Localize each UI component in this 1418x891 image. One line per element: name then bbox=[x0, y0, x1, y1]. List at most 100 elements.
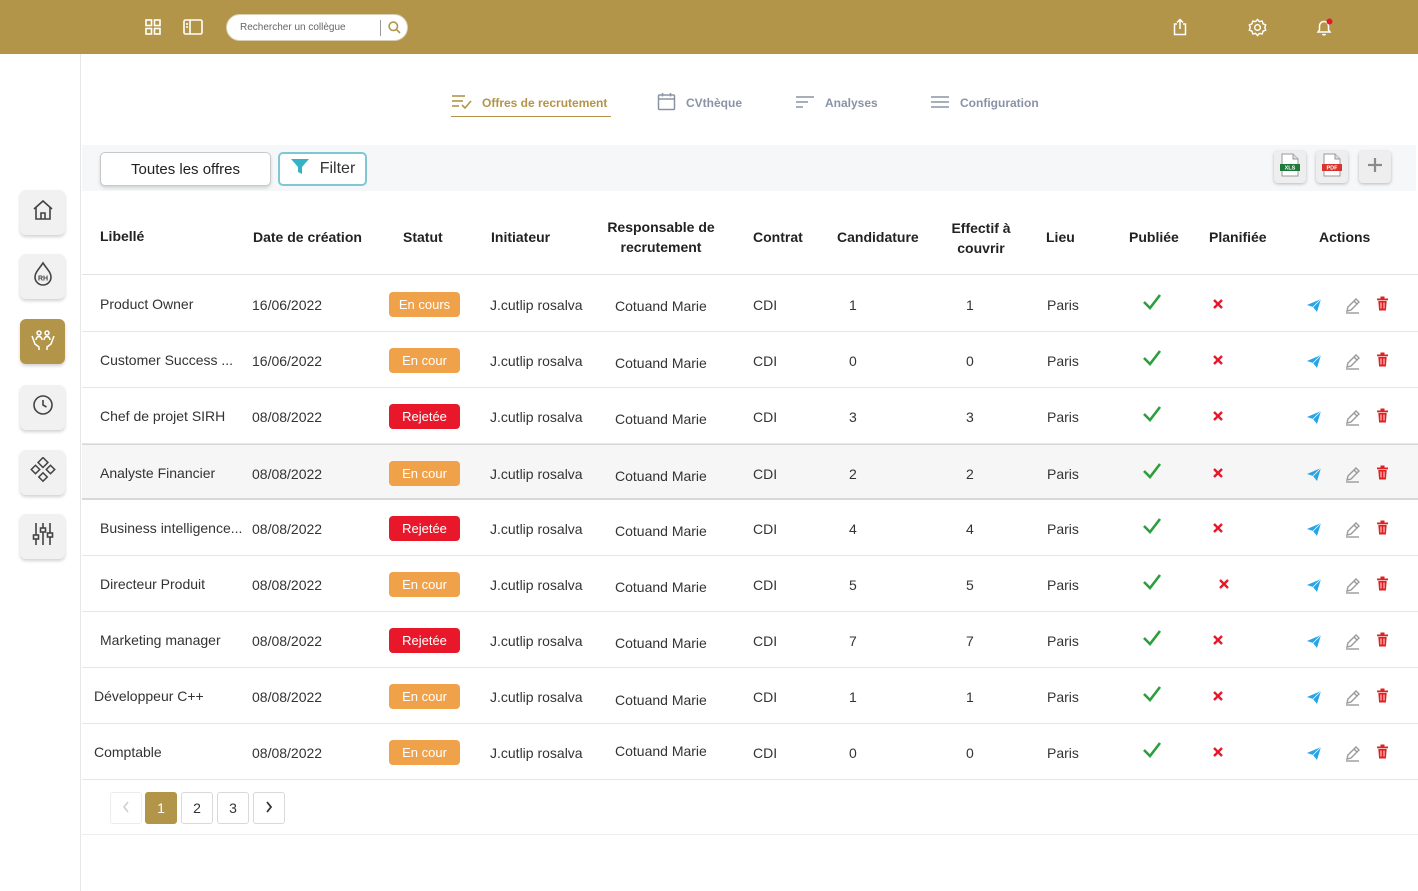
delete-icon[interactable] bbox=[1372, 685, 1392, 705]
pagination-prev-button[interactable] bbox=[110, 792, 142, 824]
add-offer-button[interactable] bbox=[1359, 151, 1391, 183]
table-row[interactable]: Product Owner 16/06/2022 En cours J.cutlip … bbox=[82, 276, 1418, 332]
tab-label: CVthèque bbox=[686, 96, 743, 110]
active-tab-underline bbox=[451, 116, 612, 117]
cell-contrat: CDI bbox=[753, 633, 778, 649]
cell-initiateur: J.cutlip rosalva bbox=[490, 577, 583, 593]
send-icon[interactable] bbox=[1304, 743, 1324, 763]
search-input[interactable] bbox=[240, 22, 379, 33]
delete-icon[interactable] bbox=[1372, 462, 1392, 482]
cell-candidature: 2 bbox=[849, 466, 857, 482]
edit-icon[interactable] bbox=[1342, 464, 1362, 484]
export-xls-button[interactable]: XLS bbox=[1274, 151, 1306, 183]
cell-responsable: Cotuand Marie bbox=[615, 743, 707, 759]
column-header-libelle: Libellé bbox=[100, 228, 145, 244]
cell-effectif: 1 bbox=[966, 297, 974, 313]
sidebar-item-parametres[interactable] bbox=[20, 514, 65, 559]
notification-icon[interactable] bbox=[1313, 16, 1335, 38]
sidebar-item-recrutement[interactable] bbox=[20, 319, 65, 364]
cell-initiateur: J.cutlip rosalva bbox=[490, 521, 583, 537]
table-row[interactable]: Directeur Produit 08/08/2022 En cour J.cutl… bbox=[82, 556, 1418, 612]
svg-text:PDF: PDF bbox=[1327, 165, 1339, 171]
cell-responsable: Cotuand Marie bbox=[615, 298, 707, 314]
table-row[interactable]: Marketing manager 08/08/2022 Rejetée J.cutl… bbox=[82, 612, 1418, 668]
delete-icon[interactable] bbox=[1372, 517, 1392, 537]
sidebar-toggle-icon[interactable] bbox=[182, 16, 204, 38]
table-row[interactable]: Chef de projet SIRH 08/08/2022 Rejetée J.cu… bbox=[82, 388, 1418, 444]
delete-icon[interactable] bbox=[1372, 293, 1392, 313]
sort-lines-icon bbox=[795, 95, 815, 112]
cell-lieu: Paris bbox=[1047, 633, 1079, 649]
pdf-file-icon: PDF bbox=[1322, 153, 1342, 182]
list-check-icon bbox=[451, 94, 472, 113]
cell-date: 08/08/2022 bbox=[252, 633, 323, 649]
cell-candidature: 1 bbox=[849, 689, 857, 705]
search-icon[interactable] bbox=[381, 16, 407, 40]
send-icon[interactable] bbox=[1304, 519, 1324, 539]
send-icon[interactable] bbox=[1304, 351, 1324, 371]
send-icon[interactable] bbox=[1304, 631, 1324, 651]
status-badge: Rejetée bbox=[389, 516, 460, 541]
tab-configuration[interactable]: Configuration bbox=[930, 91, 1039, 115]
all-offers-button[interactable]: Toutes les offres bbox=[100, 152, 271, 186]
filter-label: Filter bbox=[319, 160, 356, 177]
delete-icon[interactable] bbox=[1372, 349, 1392, 369]
sidebar-item-temps[interactable] bbox=[20, 385, 65, 430]
edit-icon[interactable] bbox=[1342, 631, 1362, 651]
export-pdf-button[interactable]: PDF bbox=[1316, 151, 1348, 183]
cell-responsable: Cotuand Marie bbox=[615, 355, 707, 371]
send-icon[interactable] bbox=[1304, 575, 1324, 595]
pagination-page-3[interactable]: 3 bbox=[217, 792, 249, 824]
column-header-date: Date de création bbox=[253, 229, 362, 245]
not-planned-cross-icon bbox=[1208, 406, 1228, 426]
delete-icon[interactable] bbox=[1372, 405, 1392, 425]
menu-lines-icon bbox=[930, 95, 950, 112]
edit-icon[interactable] bbox=[1342, 519, 1362, 539]
share-icon[interactable] bbox=[1169, 16, 1191, 38]
table-row[interactable]: Comptable 08/08/2022 En cour J.cutlip rosal… bbox=[82, 724, 1418, 780]
cell-candidature: 0 bbox=[849, 353, 857, 369]
send-icon[interactable] bbox=[1304, 687, 1324, 707]
settings-icon[interactable] bbox=[1246, 16, 1268, 38]
cell-effectif: 7 bbox=[966, 633, 974, 649]
tab-label: Configuration bbox=[960, 96, 1039, 110]
delete-icon[interactable] bbox=[1372, 741, 1392, 761]
delete-icon[interactable] bbox=[1372, 629, 1392, 649]
cell-libelle: Marketing manager bbox=[100, 632, 221, 648]
sidebar-item-organisation[interactable] bbox=[20, 450, 65, 495]
clock-icon bbox=[31, 393, 55, 422]
tab-offres-de-recrutement[interactable]: Offres de recrutement bbox=[451, 91, 612, 117]
filter-button[interactable]: Filter bbox=[278, 152, 367, 186]
sidebar-item-rh[interactable]: RH bbox=[20, 254, 65, 299]
delete-icon[interactable] bbox=[1372, 573, 1392, 593]
edit-icon[interactable] bbox=[1342, 295, 1362, 315]
column-header-candidature: Candidature bbox=[837, 229, 919, 245]
pagination-page-1[interactable]: 1 bbox=[145, 792, 177, 824]
edit-icon[interactable] bbox=[1342, 407, 1362, 427]
send-icon[interactable] bbox=[1304, 464, 1324, 484]
cell-responsable: Cotuand Marie bbox=[615, 579, 707, 595]
table-row[interactable]: Customer Success ... 16/06/2022 En cour J.c… bbox=[82, 332, 1418, 388]
send-icon[interactable] bbox=[1304, 407, 1324, 427]
send-icon[interactable] bbox=[1304, 295, 1324, 315]
pagination-page-2[interactable]: 2 bbox=[181, 792, 213, 824]
cell-initiateur: J.cutlip rosalva bbox=[490, 689, 583, 705]
status-badge: En cour bbox=[389, 461, 460, 486]
edit-icon[interactable] bbox=[1342, 575, 1362, 595]
cell-initiateur: J.cutlip rosalva bbox=[490, 633, 583, 649]
cell-lieu: Paris bbox=[1047, 521, 1079, 537]
tab-analyses[interactable]: Analyses bbox=[795, 91, 878, 115]
published-check-icon bbox=[1142, 628, 1162, 648]
pagination-next-button[interactable] bbox=[253, 792, 285, 824]
filter-icon bbox=[290, 158, 310, 181]
edit-icon[interactable] bbox=[1342, 743, 1362, 763]
edit-icon[interactable] bbox=[1342, 687, 1362, 707]
table-row[interactable]: Business intelligence... 08/08/2022 Rejeté… bbox=[82, 500, 1418, 556]
edit-icon[interactable] bbox=[1342, 351, 1362, 371]
table-row[interactable]: Développeur C++ 08/08/2022 En cour J.cutlip… bbox=[82, 668, 1418, 724]
grid-icon[interactable] bbox=[142, 16, 164, 38]
tab-cvtheque[interactable]: CVthèque bbox=[657, 91, 742, 115]
table-row[interactable]: Analyste Financier 08/08/2022 En cour J.cut… bbox=[82, 444, 1418, 500]
cell-effectif: 0 bbox=[966, 745, 974, 761]
sidebar-item-home[interactable] bbox=[20, 190, 65, 235]
